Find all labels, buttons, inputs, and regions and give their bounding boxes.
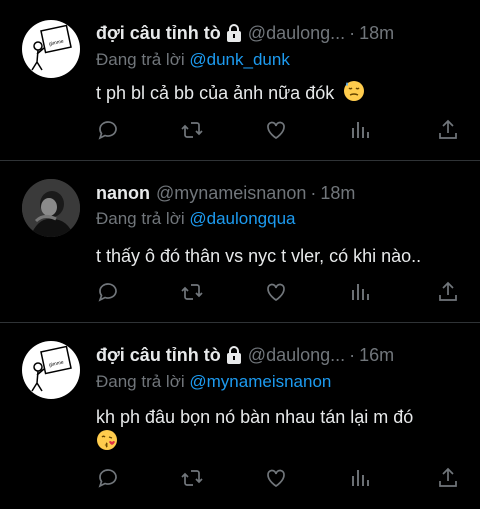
- tweet-actions: [96, 280, 466, 304]
- reply-context: Đang trả lời @dunk_dunk: [96, 50, 290, 70]
- tweet-feed: gimme đợi câu tỉnh tò @daulong... · 18m …: [0, 0, 480, 509]
- reply-mention-link[interactable]: @dunk_dunk: [189, 50, 289, 69]
- views-icon[interactable]: [348, 118, 372, 142]
- tweet[interactable]: nanon @mynameisnanon · 18m Đang trả lời …: [0, 161, 480, 321]
- display-name[interactable]: nanon: [96, 183, 150, 204]
- tweet-text: t ph bl cả bb của ảnh nữa đók: [96, 80, 365, 108]
- share-icon[interactable]: [436, 280, 460, 304]
- tweet-actions: [96, 118, 466, 142]
- reply-mention-link[interactable]: @mynameisnanon: [189, 372, 331, 391]
- reply-icon[interactable]: [96, 280, 120, 304]
- tweet-text: t thấy ô đó thân vs nyc t vler, có khi n…: [96, 244, 421, 268]
- avatar[interactable]: gimme: [22, 20, 80, 78]
- separator-dot: ·: [349, 22, 356, 43]
- retweet-icon[interactable]: [180, 280, 204, 304]
- lock-icon: [226, 346, 242, 364]
- tweet-text: kh ph đâu bọn nó bàn nhau tán lại m đó: [96, 405, 413, 429]
- separator-dot: ·: [310, 182, 317, 203]
- reply-prefix: Đang trả lời: [96, 50, 185, 69]
- sweat-face-icon: [343, 80, 365, 108]
- heart-icon[interactable]: [264, 466, 288, 490]
- share-icon[interactable]: [436, 466, 460, 490]
- reply-mention-link[interactable]: @daulongqua: [189, 209, 295, 228]
- handle[interactable]: @daulong...: [248, 23, 345, 44]
- tweet-text-content: t ph bl cả bb của ảnh nữa đók: [96, 82, 335, 103]
- avatar[interactable]: gimme: [22, 341, 80, 399]
- retweet-icon[interactable]: [180, 118, 204, 142]
- tweet[interactable]: gimme đợi câu tỉnh tò @daulong... · 18m …: [0, 0, 480, 160]
- reply-prefix: Đang trả lời: [96, 372, 185, 391]
- display-name[interactable]: đợi câu tỉnh tò: [96, 23, 221, 44]
- tweet-actions: [96, 466, 466, 490]
- tweet-emoji-line: [96, 429, 118, 457]
- tweet-text-content: kh ph đâu bọn nó bàn nhau tán lại m đó: [96, 407, 414, 427]
- views-icon[interactable]: [348, 280, 372, 304]
- heart-icon[interactable]: [264, 118, 288, 142]
- handle[interactable]: @daulong...: [248, 345, 345, 366]
- timestamp[interactable]: 16m: [359, 345, 394, 366]
- views-icon[interactable]: [348, 466, 372, 490]
- handle[interactable]: @mynameisnanon: [156, 183, 306, 204]
- tweet[interactable]: gimme đợi câu tỉnh tò @daulong... · 16m …: [0, 323, 480, 509]
- avatar-drawing-icon: gimme: [31, 345, 72, 392]
- retweet-icon[interactable]: [180, 466, 204, 490]
- timestamp[interactable]: 18m: [320, 183, 355, 204]
- reply-context: Đang trả lời @mynameisnanon: [96, 372, 331, 392]
- lock-icon: [226, 24, 242, 42]
- avatar-photo-icon: [22, 179, 80, 237]
- kissing-face-icon: [96, 429, 118, 457]
- avatar[interactable]: [22, 179, 80, 237]
- separator-dot: ·: [349, 344, 356, 365]
- reply-icon[interactable]: [96, 466, 120, 490]
- display-name[interactable]: đợi câu tỉnh tò: [96, 345, 221, 366]
- reply-icon[interactable]: [96, 118, 120, 142]
- reply-prefix: Đang trả lời: [96, 209, 185, 228]
- tweet-text-content: t thấy ô đó thân vs nyc t vler, có khi n…: [96, 246, 422, 266]
- share-icon[interactable]: [436, 118, 460, 142]
- avatar-drawing-icon: gimme: [31, 24, 72, 71]
- reply-context: Đang trả lời @daulongqua: [96, 209, 296, 229]
- heart-icon[interactable]: [264, 280, 288, 304]
- timestamp[interactable]: 18m: [359, 23, 394, 44]
